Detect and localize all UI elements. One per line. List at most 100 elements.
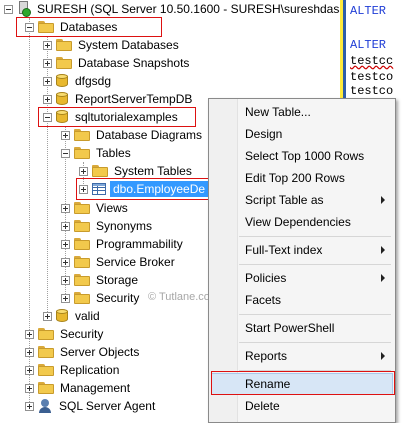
tree-node-databases[interactable]: Databases xyxy=(25,18,119,36)
tree-node-programmability[interactable]: Programmability xyxy=(61,235,185,253)
menu-item-label: Facets xyxy=(245,293,282,307)
tree-node-system-databases[interactable]: System Databases xyxy=(43,36,181,54)
employee-table-label: dbo.EmployeeDe xyxy=(110,181,209,197)
menu-item-edit-top[interactable]: Edit Top 200 Rows xyxy=(211,167,393,189)
tree-node-employee-table[interactable]: dbo.EmployeeDe xyxy=(79,180,209,198)
expand-icon[interactable] xyxy=(43,76,52,86)
db-dfgsdg-label: dfgsdg xyxy=(75,74,112,88)
agent-icon xyxy=(38,399,52,413)
security-label: Security xyxy=(60,327,104,341)
tree-node-security-db[interactable]: Security xyxy=(61,289,141,307)
expand-icon[interactable] xyxy=(25,329,34,339)
expand-icon[interactable] xyxy=(61,221,70,231)
submenu-arrow-icon xyxy=(381,352,385,360)
database-snapshots-label: Database Snapshots xyxy=(78,56,190,70)
tree-node-db-valid[interactable]: valid xyxy=(43,307,102,325)
tree-node-storage[interactable]: Storage xyxy=(61,271,140,289)
collapse-icon[interactable] xyxy=(25,22,34,32)
menu-item-label: Select Top 1000 Rows xyxy=(245,149,365,163)
menu-item-design[interactable]: Design xyxy=(211,123,393,145)
menu-item-label: Start PowerShell xyxy=(245,321,335,335)
menu-item-select-top[interactable]: Select Top 1000 Rows xyxy=(211,145,393,167)
sql-agent-label: SQL Server Agent xyxy=(59,399,156,413)
tree-node-database-snapshots[interactable]: Database Snapshots xyxy=(43,54,191,72)
expand-icon[interactable] xyxy=(43,94,52,104)
tree-node-db-reportserver[interactable]: ReportServerTempDB xyxy=(43,90,194,108)
folder-icon xyxy=(74,129,90,141)
tree-node-replication[interactable]: Replication xyxy=(25,361,121,379)
tree-node-server-objects[interactable]: Server Objects xyxy=(25,343,141,361)
menu-separator xyxy=(239,370,391,371)
menu-item-label: Design xyxy=(245,127,283,141)
folder-icon xyxy=(38,21,54,33)
expand-icon[interactable] xyxy=(43,311,52,321)
database-diagrams-label: Database Diagrams xyxy=(96,128,203,142)
collapse-icon[interactable] xyxy=(4,4,13,14)
menu-item-label: Delete xyxy=(245,399,280,413)
database-icon xyxy=(56,74,68,88)
code-line: testco xyxy=(350,70,394,84)
expand-icon[interactable] xyxy=(25,401,34,411)
expand-icon[interactable] xyxy=(25,365,34,375)
tree-node-service-broker[interactable]: Service Broker xyxy=(61,253,177,271)
folder-icon xyxy=(74,256,90,268)
menu-item-start-powershell[interactable]: Start PowerShell xyxy=(211,317,393,339)
expand-icon[interactable] xyxy=(25,383,34,393)
tree-node-sql-agent[interactable]: SQL Server Agent xyxy=(25,397,157,415)
collapse-icon[interactable] xyxy=(43,112,52,122)
collapse-icon[interactable] xyxy=(61,148,70,158)
expand-icon[interactable] xyxy=(61,257,70,267)
menu-item-label: New Table... xyxy=(245,105,311,119)
tree-node-db-dfgsdg[interactable]: dfgsdg xyxy=(43,72,113,90)
code-line: testco xyxy=(350,84,394,98)
menu-item-view-dependencies[interactable]: View Dependencies xyxy=(211,211,393,233)
menu-separator xyxy=(239,236,391,237)
tree-node-synonyms[interactable]: Synonyms xyxy=(61,217,154,235)
expand-icon[interactable] xyxy=(79,166,88,176)
menu-item-label: View Dependencies xyxy=(245,215,351,229)
expand-icon[interactable] xyxy=(43,40,52,50)
menu-item-new-table[interactable]: New Table... xyxy=(211,101,393,123)
folder-icon xyxy=(74,202,90,214)
tree-node-tables[interactable]: Tables xyxy=(61,144,133,162)
database-icon xyxy=(56,309,68,323)
folder-icon xyxy=(74,147,90,159)
folder-icon xyxy=(56,39,72,51)
menu-item-full-text-index[interactable]: Full-Text index xyxy=(211,239,393,261)
tree-node-server[interactable]: SURESH (SQL Server 10.50.1600 - SURESH\s… xyxy=(4,0,348,18)
database-icon xyxy=(56,110,68,124)
menu-item-script-table-as[interactable]: Script Table as xyxy=(211,189,393,211)
menu-item-facets[interactable]: Facets xyxy=(211,289,393,311)
expand-icon[interactable] xyxy=(61,130,70,140)
expand-icon[interactable] xyxy=(61,203,70,213)
db-sqltutorial-label: sqltutorialexamples xyxy=(75,110,178,124)
menu-item-reports[interactable]: Reports xyxy=(211,345,393,367)
folder-icon xyxy=(38,328,54,340)
tree-node-system-tables[interactable]: System Tables xyxy=(79,162,194,180)
server-icon xyxy=(17,1,31,17)
menu-item-label: Policies xyxy=(245,271,287,285)
storage-label: Storage xyxy=(96,273,139,287)
expand-icon[interactable] xyxy=(61,239,70,249)
tree-node-db-sqltutorial[interactable]: sqltutorialexamples xyxy=(43,108,180,126)
expand-icon[interactable] xyxy=(25,347,34,357)
expand-icon[interactable] xyxy=(43,58,52,68)
menu-item-rename[interactable]: Rename xyxy=(211,373,393,395)
menu-separator xyxy=(239,314,391,315)
menu-item-label: Edit Top 200 Rows xyxy=(245,171,345,185)
expand-icon[interactable] xyxy=(79,184,88,194)
expand-icon[interactable] xyxy=(61,275,70,285)
tree-node-security[interactable]: Security xyxy=(25,325,105,343)
menu-item-label: Full-Text index xyxy=(245,243,323,257)
server-objects-label: Server Objects xyxy=(60,345,140,359)
tree-node-views[interactable]: Views xyxy=(61,199,130,217)
menu-item-policies[interactable]: Policies xyxy=(211,267,393,289)
menu-item-delete[interactable]: Delete xyxy=(211,395,393,417)
tree-node-database-diagrams[interactable]: Database Diagrams xyxy=(61,126,204,144)
expand-icon[interactable] xyxy=(61,293,70,303)
tree-node-management[interactable]: Management xyxy=(25,379,132,397)
code-line: ALTER xyxy=(350,4,387,18)
context-menu: New Table... Design Select Top 1000 Rows… xyxy=(208,98,396,423)
submenu-arrow-icon xyxy=(381,196,385,204)
synonyms-label: Synonyms xyxy=(96,219,153,233)
